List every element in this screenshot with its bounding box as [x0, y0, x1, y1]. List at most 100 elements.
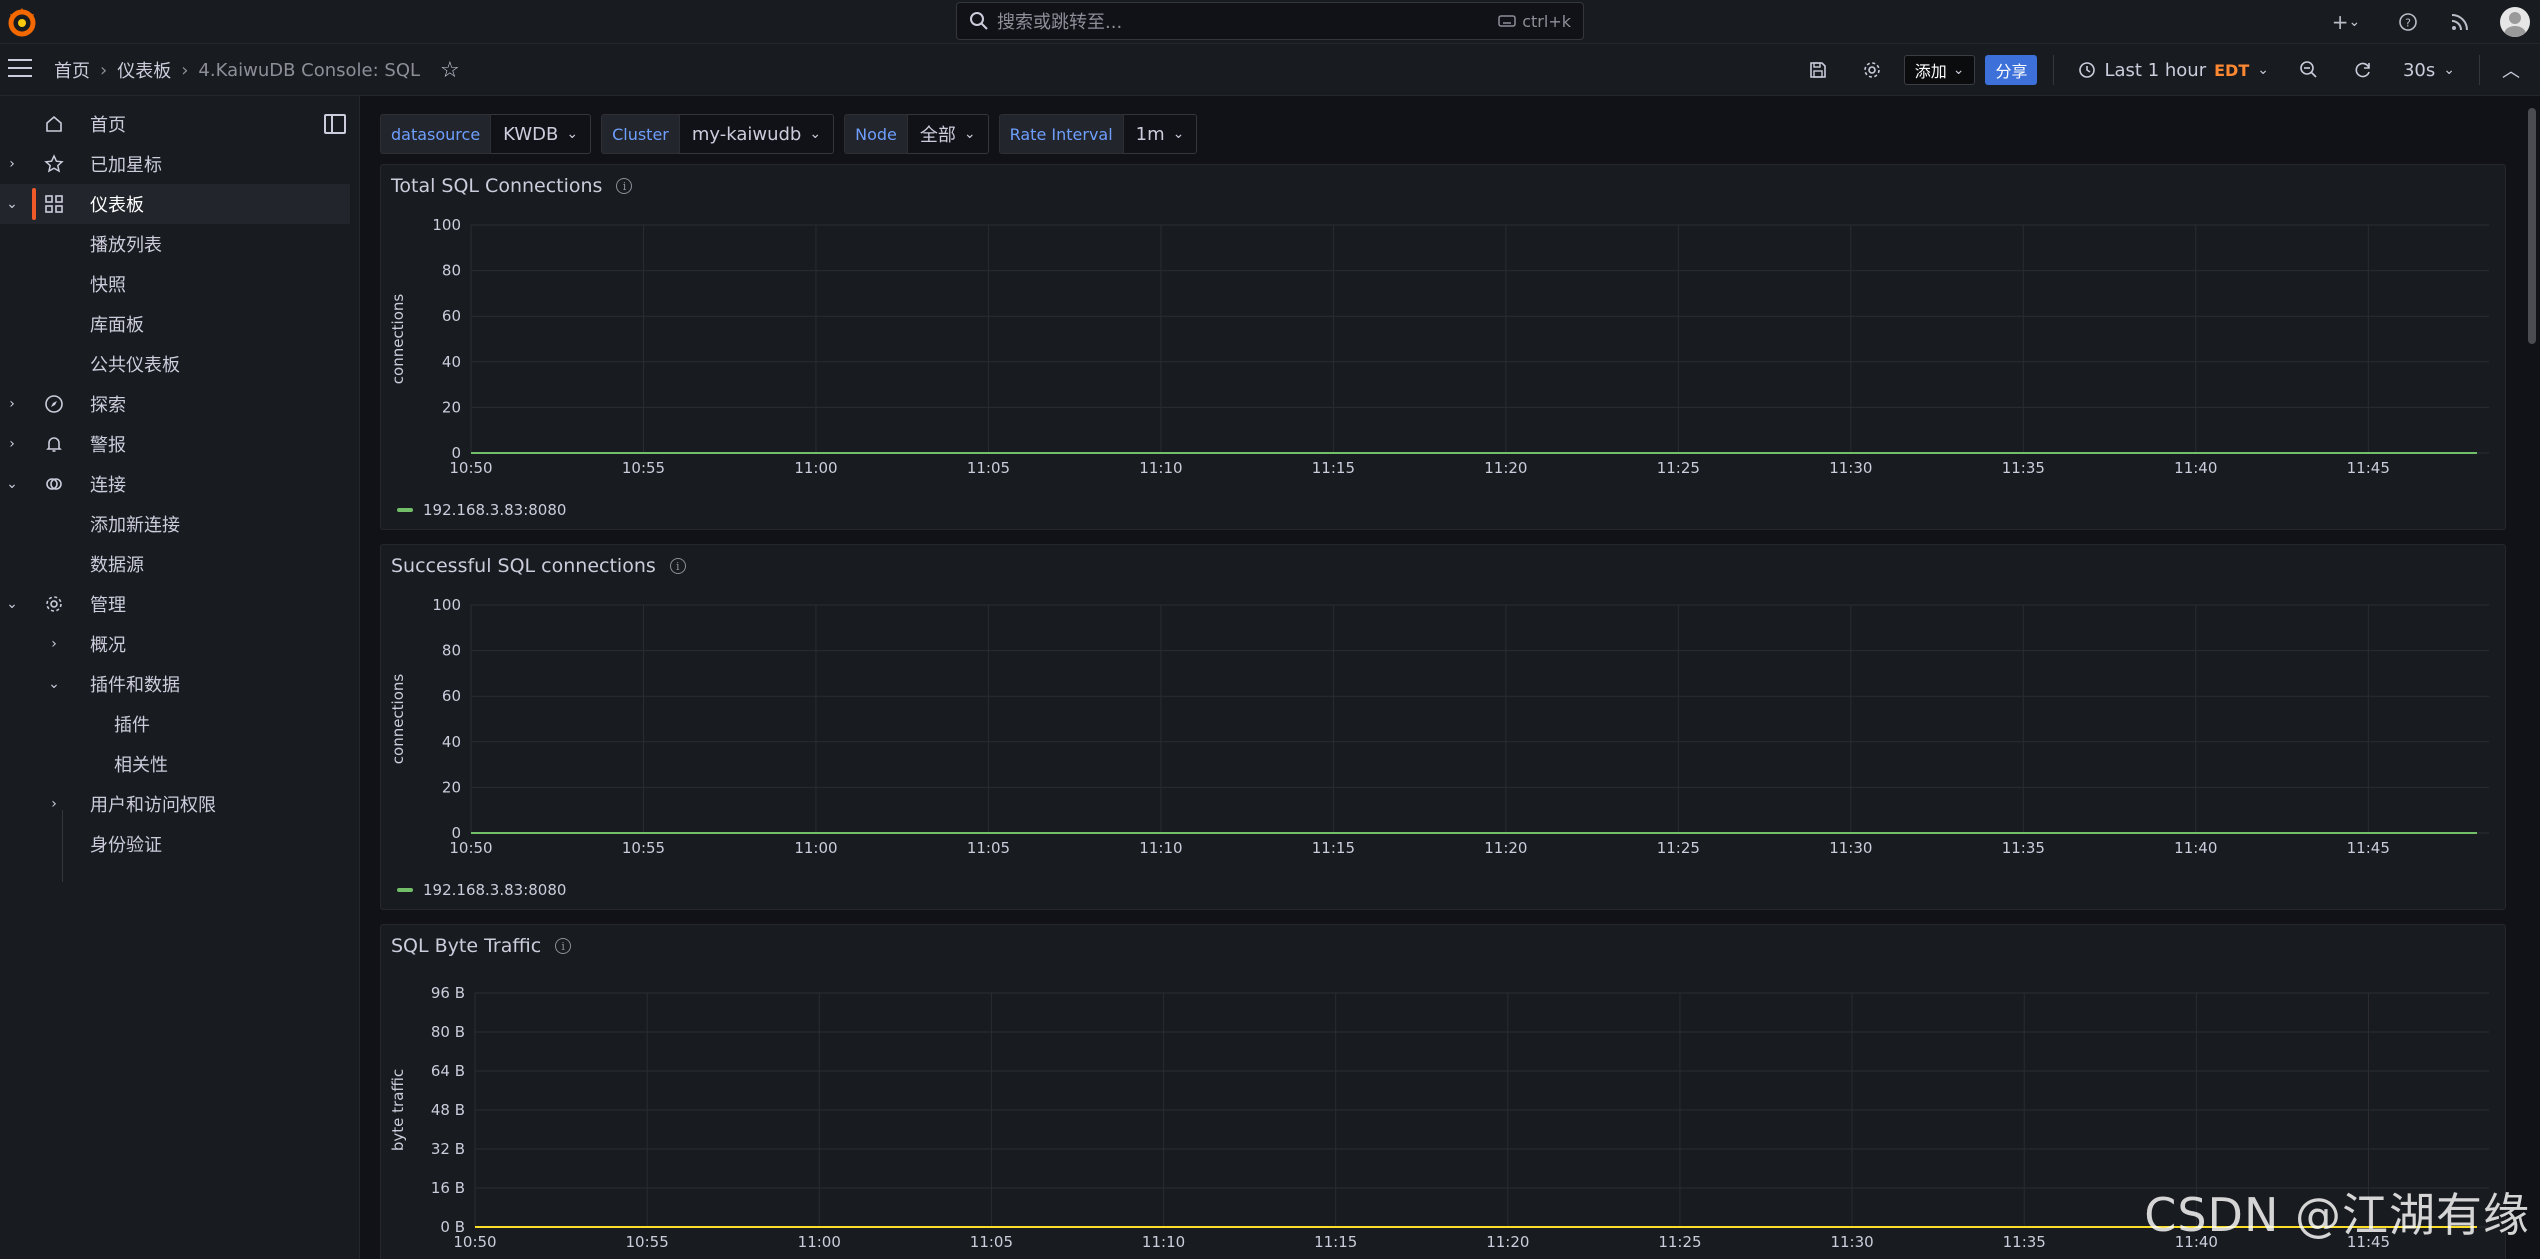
add-label: 添加	[1914, 62, 1947, 81]
sidebar-item-alerting[interactable]: › 警报	[0, 424, 350, 464]
sidebar-item-starred[interactable]: › 已加星标	[0, 144, 350, 184]
legend-label[interactable]: 192.168.3.83:8080	[423, 881, 566, 899]
y-tick-label: 60	[442, 687, 461, 705]
y-tick-label: 32 B	[431, 1140, 465, 1158]
refresh-interval-picker[interactable]: 30s ⌄	[2395, 60, 2463, 81]
x-tick-label: 11:25	[1658, 1233, 1701, 1251]
chevron-right-icon[interactable]: ›	[46, 636, 62, 652]
x-tick-label: 10:50	[449, 459, 492, 477]
sidebar-item-label: 连接	[90, 475, 126, 496]
chevron-right-icon[interactable]: ›	[4, 396, 20, 412]
toolbar-divider	[2479, 55, 2480, 85]
sidebar-item-general[interactable]: › 概况	[0, 624, 350, 664]
legend-label[interactable]: 192.168.3.83:8080	[423, 501, 566, 519]
chevron-right-icon[interactable]: ›	[4, 156, 20, 172]
sidebar-item-explore[interactable]: › 探索	[0, 384, 350, 424]
scrollbar-thumb[interactable]	[2528, 108, 2536, 344]
sidebar-item-public-dashboards[interactable]: 公共仪表板	[0, 344, 350, 384]
y-tick-label: 20	[442, 398, 461, 416]
x-tick-label: 11:40	[2174, 459, 2217, 477]
x-tick-label: 11:05	[970, 1233, 1013, 1251]
favorite-star-icon[interactable]: ☆	[440, 58, 460, 83]
news-button[interactable]	[2448, 10, 2472, 34]
sidebar-item-label: 探索	[90, 395, 126, 416]
sidebar-item-users-and-access[interactable]: › 用户和访问权限	[0, 784, 350, 824]
grafana-logo-icon[interactable]	[4, 4, 40, 40]
sidebar-item-plugins-and-data[interactable]: ⌄ 插件和数据	[0, 664, 350, 704]
breadcrumb-home[interactable]: 首页	[54, 57, 90, 83]
sidebar-item-datasources[interactable]: 数据源	[0, 544, 350, 584]
sidebar-item-playlists[interactable]: 播放列表	[0, 224, 350, 264]
y-axis-label: connections	[389, 294, 407, 385]
settings-button[interactable]	[1850, 52, 1894, 88]
sidebar-item-dashboards[interactable]: ⌄ 仪表板	[0, 184, 350, 224]
timezone-badge: EDT	[2214, 60, 2250, 80]
new-menu-button[interactable]: + ⌄	[2324, 10, 2368, 34]
sidebar-item-plugins[interactable]: 插件	[0, 704, 350, 744]
search-input[interactable]: 搜索或跳转至... ctrl+k	[956, 2, 1584, 40]
breadcrumb-current: 4.KaiwuDB Console: SQL	[198, 59, 421, 81]
y-tick-label: 100	[432, 596, 461, 614]
panel-successful-sql-connections[interactable]: Successful SQL connections i 100 80 60 40 20 0…	[380, 544, 2506, 910]
panel-total-sql-connections[interactable]: Total SQL Connections i 100 80 60 40 20 0 10:50…	[380, 164, 2506, 530]
home-icon	[42, 112, 66, 136]
sidebar-item-snapshots[interactable]: 快照	[0, 264, 350, 304]
sidebar-item-label: 身份验证	[90, 835, 162, 856]
help-button[interactable]: ?	[2396, 10, 2420, 34]
sidebar-item-connections[interactable]: ⌄ 连接	[0, 464, 350, 504]
chevron-down-icon: ⌄	[809, 126, 822, 142]
add-button[interactable]: 添加 ⌄	[1903, 55, 1976, 85]
variable-datasource-select[interactable]: KWDB ⌄	[491, 114, 592, 154]
search-shortcut: ctrl+k	[1498, 12, 1571, 31]
x-tick-label: 11:45	[2347, 459, 2390, 477]
rss-icon	[2451, 14, 2468, 31]
main-scrollbar[interactable]	[2526, 96, 2538, 1259]
chevron-down-icon[interactable]: ⌄	[46, 676, 62, 692]
variable-cluster-select[interactable]: my-kaiwudb ⌄	[679, 114, 835, 154]
chevron-down-icon: ⌄	[2257, 62, 2269, 78]
search-placeholder: 搜索或跳转至...	[997, 12, 1123, 33]
y-tick-label: 20	[442, 778, 461, 796]
variable-rate-interval-select[interactable]: 1m ⌄	[1123, 114, 1198, 154]
share-button[interactable]: 分享	[1985, 55, 2038, 85]
variable-node-select[interactable]: 全部 ⌄	[907, 114, 989, 154]
y-axis-label: byte traffic	[389, 1069, 407, 1151]
menu-toggle-icon[interactable]	[8, 59, 32, 79]
compass-icon	[42, 392, 66, 416]
zoom-out-button[interactable]	[2287, 52, 2331, 88]
bell-icon	[42, 432, 66, 456]
chevron-down-icon: ⌄	[963, 126, 976, 142]
sidebar-item-administration[interactable]: ⌄ 管理	[0, 584, 350, 624]
zoom-out-icon	[2300, 61, 2317, 78]
x-tick-label: 11:25	[1657, 459, 1700, 477]
collapse-toolbar-button[interactable]: ︿	[2496, 52, 2526, 88]
sidebar-item-home[interactable]: 首页	[0, 104, 350, 144]
legend-swatch	[397, 508, 413, 512]
sidebar-item-label: 仪表板	[90, 195, 144, 216]
chevron-down-icon[interactable]: ⌄	[4, 596, 20, 612]
save-button[interactable]	[1796, 52, 1840, 88]
x-tick-label: 11:00	[798, 1233, 841, 1251]
user-avatar[interactable]	[2500, 7, 2530, 37]
chevron-down-icon[interactable]: ⌄	[4, 196, 20, 212]
time-range-picker[interactable]: Last 1 hour EDT ⌄	[2070, 60, 2276, 81]
active-indicator	[32, 188, 36, 220]
sidebar-item-library-panels[interactable]: 库面板	[0, 304, 350, 344]
chevron-down-icon[interactable]: ⌄	[4, 476, 20, 492]
chevron-right-icon[interactable]: ›	[4, 436, 20, 452]
sidebar-item-authentication[interactable]: 身份验证	[0, 824, 350, 864]
sidebar-item-correlations[interactable]: 相关性	[0, 744, 350, 784]
time-range-label: Last 1 hour	[2104, 59, 2207, 81]
y-tick-label: 60	[442, 307, 461, 325]
breadcrumb-dashboards[interactable]: 仪表板	[117, 57, 171, 83]
x-tick-label: 11:10	[1139, 839, 1182, 857]
y-tick-label: 40	[442, 733, 461, 751]
variable-value: 1m	[1135, 123, 1165, 145]
x-tick-label: 11:05	[967, 459, 1010, 477]
toolbar-divider	[2053, 55, 2055, 85]
chevron-right-icon[interactable]: ›	[46, 796, 62, 812]
refresh-button[interactable]	[2341, 52, 2385, 88]
sidebar-item-add-connection[interactable]: 添加新连接	[0, 504, 350, 544]
x-tick-label: 11:45	[2347, 839, 2390, 857]
x-tick-label: 11:20	[1484, 459, 1527, 477]
